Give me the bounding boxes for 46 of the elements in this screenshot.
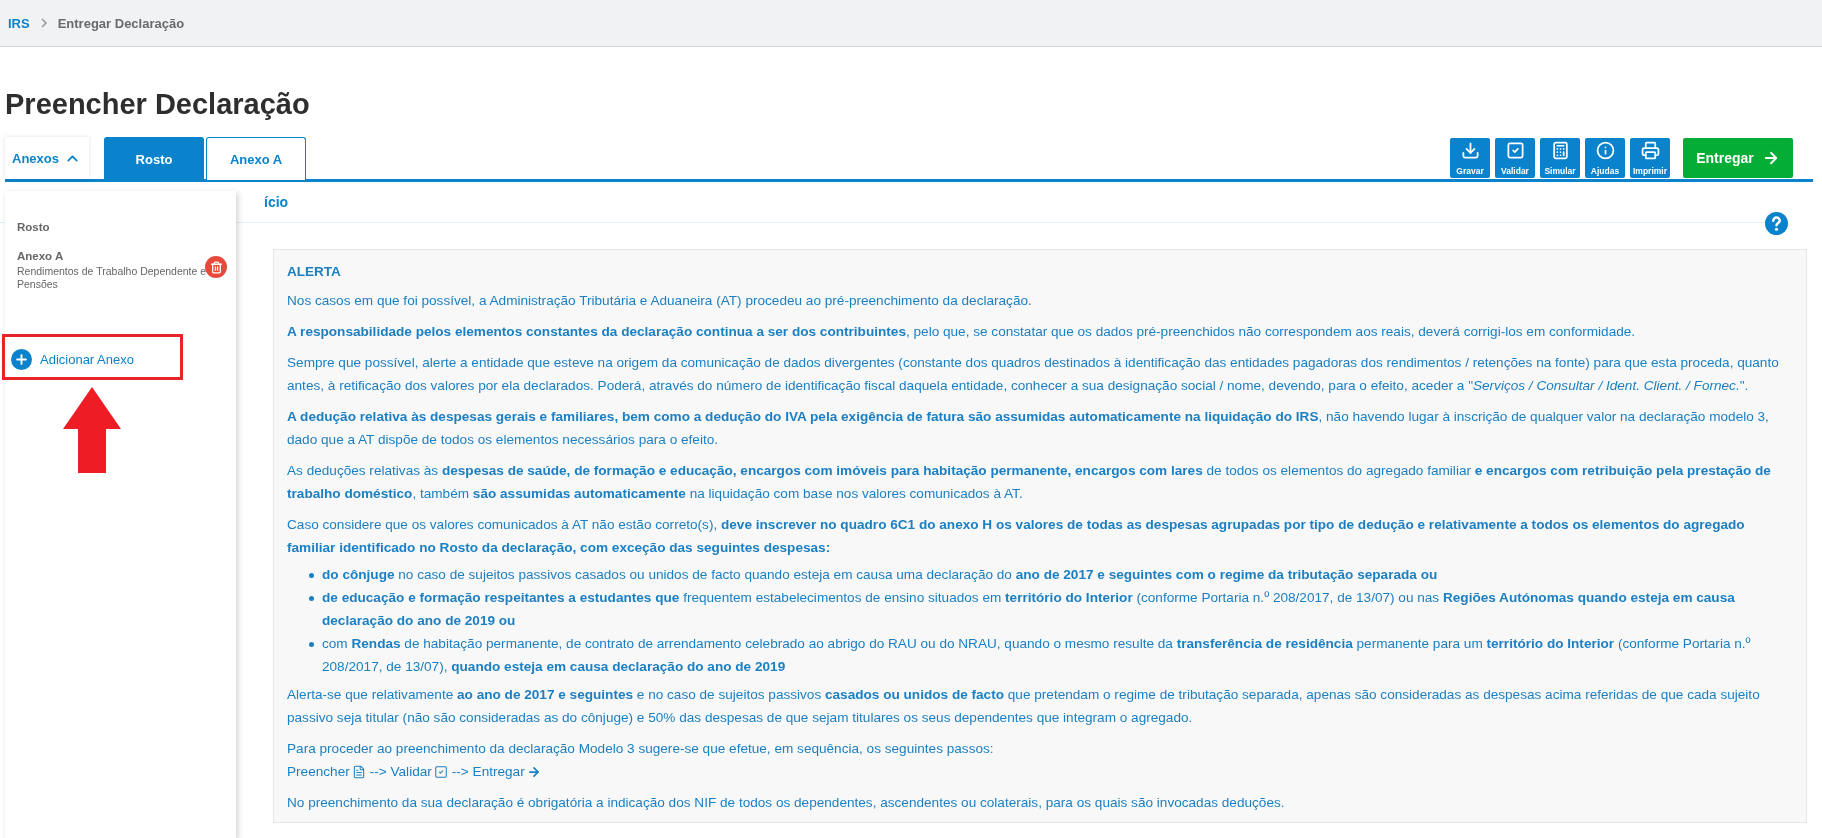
list-item-text: do cônjuge no caso de sujeitos passivos casados ou unidos de facto quando esteja em causa uma declaração do ano de 2017 e seguintes com o regime da tributação separada ou (322, 566, 1438, 584)
document-icon (351, 764, 366, 779)
trash-icon (209, 260, 223, 274)
checkbox-icon (1505, 141, 1525, 160)
step-text: Preencher (287, 763, 350, 781)
annex-item[interactable]: Anexo A (17, 248, 206, 265)
checkbox-icon (433, 764, 448, 779)
toolbar-button[interactable]: Gravar (1450, 138, 1490, 178)
breadcrumb-current: Entregar Declaração (57, 15, 185, 31)
toolbar-button[interactable]: Ajudas (1585, 138, 1625, 178)
alert-paragraph: No preenchimento da sua declaração é obrigatória a indicação dos NIF de todos os dependentes, ascendentes ou colaterais, para os quais são invocadas deduções. (287, 794, 1286, 812)
step-text: --> Entregar (451, 763, 525, 781)
section-title: ício (264, 194, 289, 210)
submit-button[interactable]: Entregar (1683, 138, 1793, 178)
breadcrumb-link[interactable]: IRS (8, 15, 30, 31)
tab[interactable]: Rosto (104, 137, 204, 180)
toolbar-button[interactable]: Simular (1540, 138, 1580, 178)
chevron-right-icon (39, 18, 48, 28)
add-annex-button[interactable]: Adicionar Anexo (11, 349, 134, 370)
info-icon (1595, 141, 1615, 160)
annex-item[interactable]: Rosto (17, 219, 206, 236)
help-icon[interactable] (1765, 212, 1788, 235)
alert-paragraph: Caso considere que os valores comunicados à AT não estão correto(s), deve inscrever no quadro 6C1 do anexo H os valores de todas as despesas agrupadas por tipo de dedução e relativamente a todos os elementos do agregado familiar identificado no Rosto da declaração, com exceção das seguintes despesas: (287, 516, 1746, 557)
toolbar-button[interactable]: Imprimir (1630, 138, 1670, 178)
alert-paragraph: Alerta-se que relativamente ao ano de 2017 e seguintes e no caso de sujeitos passivos casados ou unidos de facto que pretendam o regime de tributação separada, apenas são consideradas as despesas acima referidas de que cada sujeito passivo seja titular (não são consideradas as do cônjuge) e 50% das despesas de que sejam titulares os seus dependentes que integram o agregado. (287, 686, 1761, 727)
bullet-icon (309, 573, 314, 578)
annex-description: Rendimentos de Trabalho Dependente e Pensões (17, 265, 207, 291)
delete-button[interactable] (205, 256, 227, 278)
page-title: Preencher Declaração (5, 87, 311, 122)
alert-paragraph: Para proceder ao preenchimento da declaração Modelo 3 sugere-se que efetue, em sequência, os seguintes passos: (287, 740, 995, 758)
annexes-toggle[interactable]: Anexos (5, 137, 89, 179)
tab[interactable]: Anexo A (206, 137, 306, 180)
plus-icon (11, 349, 32, 370)
alert-paragraph: A responsabilidade pelos elementos constantes da declaração continua a ser dos contribuintes, pelo que, se constatar que os dados pré-preenchidos não correspondem aos reais, deverá corrigi-los em conformidade. (287, 323, 1637, 341)
alert-paragraph: Sempre que possível, alerte a entidade que esteve na origem da comunicação de dados divergentes (constante dos quadros destinados à identificação das entidades pagadoras dos rendimentos / retenções na fonte) para que esta proceda, quanto antes, à retificação dos valores por ela declarados. Poderá, através do número de identificação fiscal daquela entidade, conhecer a sua designação social / nome, devendo, para o efeito, aceder a "Serviços / Consultar / Ident. Client. / Fornec.". (287, 354, 1780, 395)
bullet-icon (309, 642, 314, 647)
printer-icon (1640, 141, 1660, 160)
step-text: --> Validar (369, 763, 432, 781)
download-icon (1460, 141, 1480, 160)
alert-paragraph: A dedução relativa às despesas gerais e familiares, bem como a dedução do IVA pela exigência de fatura são assumidas automaticamente na liquidação do IRS, não havendo lugar à inscrição de qualquer valor na declaração modelo 3, dado que a AT dispõe de todos os elementos necessários para o efeito. (287, 408, 1770, 449)
bullet-icon (309, 596, 314, 601)
alert-title: ALERTA (287, 263, 342, 281)
alert-paragraph: As deduções relativas às despesas de saúde, de formação e educação, encargos com imóveis para habitação permanente, encargos com lares de todos os elementos do agregado familiar e encargos com retribuição pela prestação de trabalho doméstico, também são assumidas automaticamente na liquidação com base nos valores comunicados à AT. (287, 462, 1772, 503)
alert-paragraph: Nos casos em que foi possível, a Administração Tributária e Aduaneira (AT) procedeu ao pré-preenchimento da declaração. (287, 292, 1033, 310)
toolbar-button[interactable]: Validar (1495, 138, 1535, 178)
calculator-icon (1550, 141, 1570, 160)
